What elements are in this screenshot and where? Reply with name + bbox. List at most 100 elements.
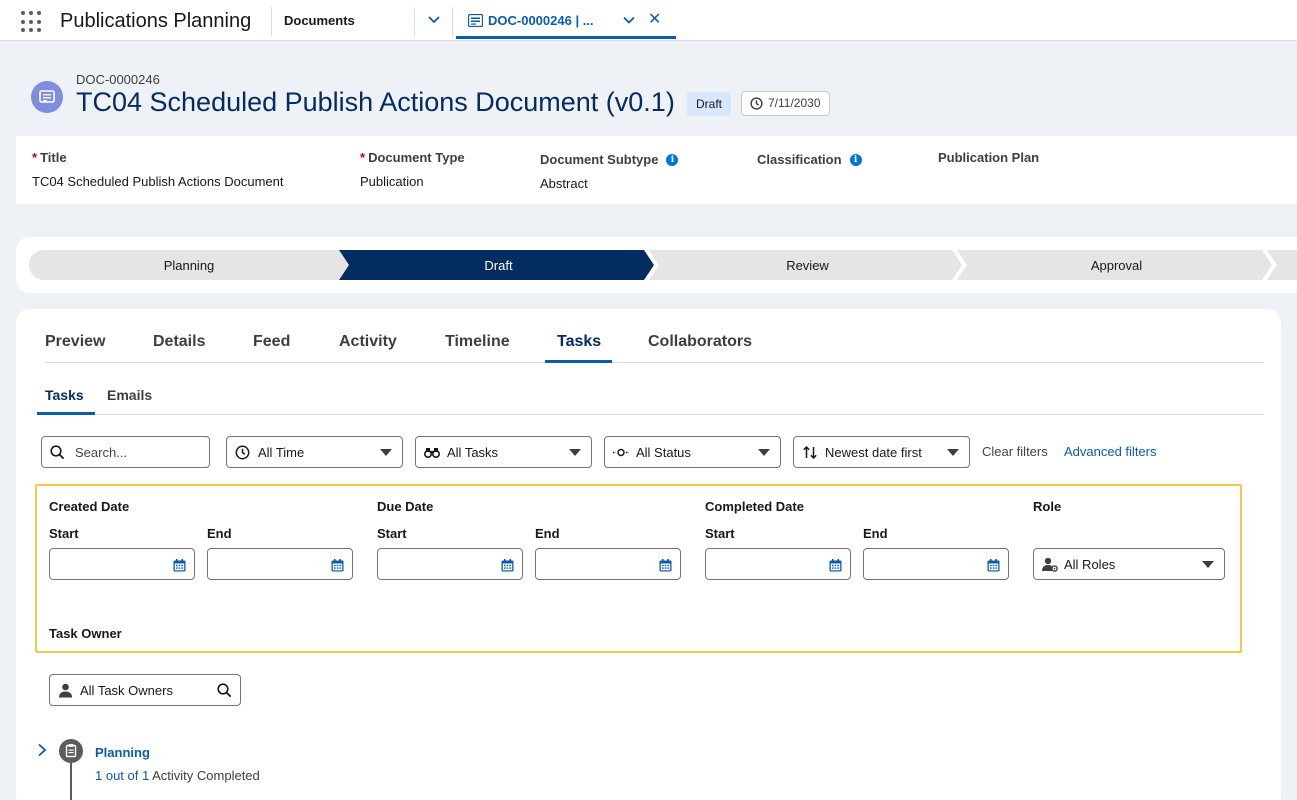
- info-icon[interactable]: i: [666, 153, 679, 166]
- highlight-label: Document Type: [368, 150, 465, 165]
- path-component: Planning Draft Review Approval: [16, 237, 1297, 293]
- app-launcher-icon[interactable]: [21, 11, 43, 33]
- sub-tabs: Tasks Emails: [37, 377, 1264, 415]
- calendar-icon[interactable]: [659, 559, 672, 572]
- task-owner-value: All Task Owners: [80, 683, 173, 698]
- nav-item-documents[interactable]: Documents: [284, 13, 355, 28]
- clock-icon: [235, 445, 250, 460]
- close-icon[interactable]: ✕: [648, 12, 661, 28]
- tab-tasks[interactable]: Tasks: [557, 333, 601, 351]
- date-badge-label: 7/11/2030: [768, 96, 821, 110]
- chevron-down-icon[interactable]: [622, 13, 636, 27]
- role-value: All Roles: [1064, 557, 1116, 572]
- completed-end-date-input[interactable]: [863, 548, 1009, 580]
- path-stage-label: Approval: [1090, 258, 1143, 273]
- caret-down-icon: [758, 449, 770, 456]
- tasks-filter-select[interactable]: All Tasks: [415, 436, 592, 468]
- sort-icon: [803, 445, 817, 460]
- completed-end-label: End: [863, 526, 888, 541]
- status-badge: Draft: [687, 92, 732, 116]
- timeline-connector: [70, 763, 72, 800]
- page-title: TC04 Scheduled Publish Actions Document …: [76, 87, 675, 117]
- highlight-value: Publication: [360, 174, 424, 189]
- created-end-label: End: [207, 526, 232, 541]
- tab-activity[interactable]: Activity: [339, 333, 397, 351]
- completed-date-label: Completed Date: [705, 499, 804, 514]
- status-filter-select[interactable]: All Status: [604, 436, 781, 468]
- calendar-icon[interactable]: [987, 559, 1000, 572]
- path-stage-label: Draft: [484, 258, 513, 273]
- calendar-icon[interactable]: [501, 559, 514, 572]
- subtab-tasks[interactable]: Tasks: [45, 387, 84, 403]
- highlight-value: Abstract: [540, 176, 588, 191]
- created-start-label: Start: [49, 526, 79, 541]
- role-select[interactable]: All Roles: [1033, 548, 1225, 580]
- highlight-publication-plan: Publication Plan: [938, 150, 1039, 174]
- search-input[interactable]: Search...: [41, 436, 210, 468]
- clear-filters-link[interactable]: Clear filters: [982, 444, 1048, 459]
- active-subtab-indicator: [37, 412, 95, 415]
- calendar-icon[interactable]: [829, 559, 842, 572]
- user-icon: [59, 683, 72, 698]
- search-icon[interactable]: [217, 683, 232, 698]
- progress-text: Activity Completed: [149, 768, 260, 783]
- user-role-icon: [1042, 557, 1058, 572]
- created-start-date-input[interactable]: [49, 548, 195, 580]
- created-date-label: Created Date: [49, 499, 130, 514]
- clock-icon: [750, 97, 763, 110]
- tab-feed[interactable]: Feed: [253, 333, 290, 351]
- tasks-filter-value: All Tasks: [447, 445, 499, 460]
- workspace-tab-label: DOC-0000246 | ...: [488, 13, 594, 28]
- workspace-tab-document[interactable]: DOC-0000246 | ... ✕: [456, 6, 676, 39]
- completed-start-date-input[interactable]: [705, 548, 851, 580]
- nav-divider: [452, 7, 453, 37]
- created-end-date-input[interactable]: [207, 548, 353, 580]
- timeline-group-progress: 1 out of 1 Activity Completed: [95, 768, 260, 783]
- highlight-label: Document Subtype: [540, 152, 659, 167]
- nav-divider: [271, 7, 272, 37]
- highlight-document-subtype: Document Subtype i Abstract: [540, 152, 679, 191]
- clipboard-icon: [59, 739, 83, 763]
- sort-select[interactable]: Newest date first: [793, 436, 970, 468]
- record-tabs: Preview Details Feed Activity Timeline T…: [45, 323, 1264, 363]
- binoculars-icon: [424, 448, 440, 458]
- calendar-icon[interactable]: [331, 559, 344, 572]
- time-filter-select[interactable]: All Time: [226, 436, 403, 468]
- global-nav-bar: Publications Planning Documents DOC-0000…: [0, 0, 1297, 41]
- subtab-emails[interactable]: Emails: [107, 387, 152, 403]
- calendar-icon[interactable]: [173, 559, 186, 572]
- task-owner-lookup[interactable]: All Task Owners: [49, 674, 241, 706]
- date-badge: 7/11/2030: [741, 91, 830, 116]
- chevron-right-icon[interactable]: [36, 743, 48, 757]
- tab-details[interactable]: Details: [153, 333, 205, 351]
- tabs-card: Preview Details Feed Activity Timeline T…: [16, 309, 1281, 800]
- advanced-filters-panel: Created Date Due Date Completed Date Rol…: [35, 484, 1242, 653]
- highlight-classification: Classification i: [757, 152, 862, 176]
- progress-link[interactable]: 1 out of 1: [95, 768, 149, 783]
- chevron-down-icon[interactable]: [426, 12, 442, 28]
- info-icon[interactable]: i: [849, 153, 862, 166]
- due-start-label: Start: [377, 526, 407, 541]
- document-icon: [31, 81, 63, 113]
- tab-preview[interactable]: Preview: [45, 333, 105, 351]
- due-end-date-input[interactable]: [535, 548, 681, 580]
- highlight-document-type: * Document Type Publication: [360, 150, 465, 189]
- task-owner-label: Task Owner: [49, 626, 122, 641]
- caret-down-icon: [947, 449, 959, 456]
- path-stage-label: Review: [786, 258, 829, 273]
- caret-down-icon: [1202, 561, 1214, 568]
- active-tab-indicator: [545, 360, 612, 363]
- tab-timeline[interactable]: Timeline: [445, 333, 510, 351]
- time-filter-value: All Time: [258, 445, 305, 460]
- status-icon: [613, 448, 629, 457]
- search-icon: [50, 445, 65, 460]
- due-start-date-input[interactable]: [377, 548, 523, 580]
- advanced-filters-link[interactable]: Advanced filters: [1064, 444, 1157, 459]
- document-tab-icon: [468, 14, 483, 27]
- highlights-panel: * Title TC04 Scheduled Publish Actions Do…: [16, 136, 1297, 204]
- role-label: Role: [1033, 499, 1062, 514]
- tab-collaborators[interactable]: Collaborators: [648, 333, 752, 351]
- path-stage-label: Planning: [163, 258, 215, 273]
- timeline-group-title[interactable]: Planning: [95, 745, 150, 760]
- highlight-title: * Title TC04 Scheduled Publish Actions Do…: [32, 150, 283, 189]
